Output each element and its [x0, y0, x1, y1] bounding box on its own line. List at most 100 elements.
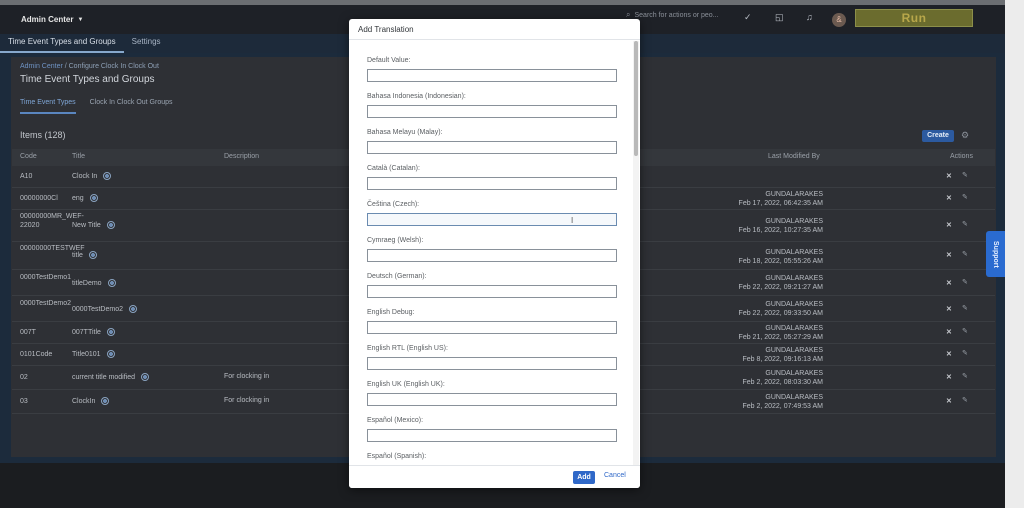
- column-header-title[interactable]: Title: [72, 153, 85, 160]
- field-welsh: Cymraeg (Welsh):: [367, 236, 617, 262]
- edit-icon[interactable]: ✎: [962, 278, 968, 286]
- tab-settings[interactable]: Settings: [124, 34, 169, 53]
- cell-code: 0000TestDemo1: [20, 274, 71, 281]
- globe-icon[interactable]: [103, 172, 112, 180]
- cell-code: 00000000TESTWEF: [20, 245, 85, 252]
- cell-title: Title0101: [72, 350, 115, 358]
- malay-input[interactable]: [367, 141, 617, 154]
- field-german: Deutsch (German):: [367, 272, 617, 298]
- breadcrumb: Admin Center / Configure Clock In Clock …: [20, 63, 159, 70]
- globe-icon[interactable]: [128, 305, 137, 313]
- edit-icon[interactable]: ✎: [962, 220, 968, 228]
- edit-icon[interactable]: ✎: [962, 349, 968, 357]
- field-label: English UK (English UK):: [367, 381, 445, 388]
- search-placeholder: Search for actions or peo...: [634, 11, 719, 19]
- product-name: Admin Center: [21, 15, 74, 24]
- delete-icon[interactable]: ✕: [946, 305, 952, 313]
- edit-icon[interactable]: ✎: [962, 304, 968, 312]
- cell-title: 007TTitle: [72, 328, 115, 336]
- scrollbar-thumb[interactable]: [634, 41, 638, 156]
- delete-icon[interactable]: ✕: [946, 251, 952, 259]
- create-button[interactable]: Create: [922, 130, 954, 142]
- column-header-actions: Actions: [950, 153, 973, 160]
- field-spanish-mexico: Español (Mexico):: [367, 416, 617, 442]
- cell-last-modified: GUNDALARAKES Feb 2, 2022, 08:03:30 AM: [742, 370, 823, 386]
- catalan-input[interactable]: [367, 177, 617, 190]
- delete-icon[interactable]: ✕: [946, 279, 952, 287]
- cell-code: 0000TestDemo2: [20, 300, 71, 307]
- product-menu[interactable]: Admin Center ▼: [21, 15, 83, 24]
- delete-icon[interactable]: ✕: [946, 328, 952, 336]
- bell-icon[interactable]: ♫: [806, 12, 813, 22]
- field-english-debug: English Debug:: [367, 308, 617, 334]
- tab-clock-in-clock-out-groups[interactable]: Clock In Clock Out Groups: [90, 99, 173, 114]
- edit-icon[interactable]: ✎: [962, 171, 968, 179]
- notifications-badge-icon[interactable]: ✓: [744, 12, 752, 23]
- cell-code: 02: [20, 374, 28, 381]
- edit-icon[interactable]: ✎: [962, 193, 968, 201]
- globe-icon[interactable]: [106, 350, 115, 358]
- spanish-mexico-input[interactable]: [367, 429, 617, 442]
- english-debug-input[interactable]: [367, 321, 617, 334]
- edit-icon[interactable]: ✎: [962, 396, 968, 404]
- default-value-input[interactable]: [367, 69, 617, 82]
- breadcrumb-link-admin-center[interactable]: Admin Center: [20, 63, 63, 70]
- field-label: Default Value:: [367, 57, 411, 64]
- column-header-description[interactable]: Description: [224, 153, 259, 160]
- field-label: Cymraeg (Welsh):: [367, 237, 424, 244]
- field-label: Deutsch (German):: [367, 273, 427, 280]
- page-title: Time Event Types and Groups: [20, 74, 155, 85]
- delete-icon[interactable]: ✕: [946, 350, 952, 358]
- globe-icon[interactable]: [89, 194, 98, 202]
- gear-icon[interactable]: ⚙: [961, 130, 969, 141]
- cell-last-modified: GUNDALARAKES Feb 18, 2022, 05:55:26 AM: [738, 249, 823, 265]
- cell-last-modified: GUNDALARAKES Feb 16, 2022, 10:27:35 AM: [738, 218, 823, 234]
- english-uk-input[interactable]: [367, 393, 617, 406]
- german-input[interactable]: [367, 285, 617, 298]
- indonesian-input[interactable]: [367, 105, 617, 118]
- globe-icon[interactable]: [106, 221, 115, 229]
- window-right-strip: [1005, 0, 1024, 508]
- tab-time-event-types[interactable]: Time Event Types: [20, 99, 76, 114]
- dialog-scrollbar[interactable]: [633, 41, 639, 465]
- delete-icon[interactable]: ✕: [946, 172, 952, 180]
- field-label: Español (Mexico):: [367, 417, 424, 424]
- field-czech: Čeština (Czech): I: [367, 200, 617, 226]
- tab-time-event-types-and-groups[interactable]: Time Event Types and Groups: [0, 34, 124, 53]
- add-translation-dialog: Add Translation Default Value: Bahasa In…: [349, 19, 640, 488]
- field-english-uk: English UK (English UK):: [367, 380, 617, 406]
- cell-code: 007T: [20, 329, 36, 336]
- column-header-code[interactable]: Code: [20, 153, 37, 160]
- english-rtl-input[interactable]: [367, 357, 617, 370]
- cell-title: 0000TestDemo2: [72, 305, 137, 313]
- globe-icon[interactable]: [101, 397, 110, 405]
- cell-title: title: [72, 251, 97, 259]
- add-button[interactable]: Add: [573, 471, 595, 484]
- support-tab[interactable]: Support: [986, 231, 1005, 277]
- welsh-input[interactable]: [367, 249, 617, 262]
- globe-icon[interactable]: [107, 279, 116, 287]
- edit-icon[interactable]: ✎: [962, 250, 968, 258]
- globe-icon[interactable]: [106, 328, 115, 336]
- cell-code: 0101Code: [20, 351, 53, 358]
- field-label: English RTL (English US):: [367, 345, 448, 352]
- globe-icon[interactable]: [88, 251, 97, 259]
- items-count: Items (128): [20, 130, 66, 140]
- delete-icon[interactable]: ✕: [946, 194, 952, 202]
- cell-last-modified: GUNDALARAKES Feb 22, 2022, 09:33:50 AM: [738, 301, 823, 317]
- messages-icon[interactable]: ◱: [775, 12, 784, 23]
- czech-input[interactable]: I: [367, 213, 617, 226]
- column-header-last-modified-by[interactable]: Last Modified By: [768, 153, 820, 160]
- globe-icon[interactable]: [141, 373, 150, 381]
- edit-icon[interactable]: ✎: [962, 327, 968, 335]
- edit-icon[interactable]: ✎: [962, 372, 968, 380]
- cell-title: current title modified: [72, 373, 150, 381]
- delete-icon[interactable]: ✕: [946, 397, 952, 405]
- field-label: Català (Catalan):: [367, 165, 420, 172]
- delete-icon[interactable]: ✕: [946, 221, 952, 229]
- avatar[interactable]: &: [832, 13, 846, 27]
- delete-icon[interactable]: ✕: [946, 373, 952, 381]
- cancel-button[interactable]: Cancel: [604, 472, 626, 479]
- cell-title: Clock In: [72, 172, 112, 180]
- field-spanish: Español (Spanish):: [367, 452, 617, 461]
